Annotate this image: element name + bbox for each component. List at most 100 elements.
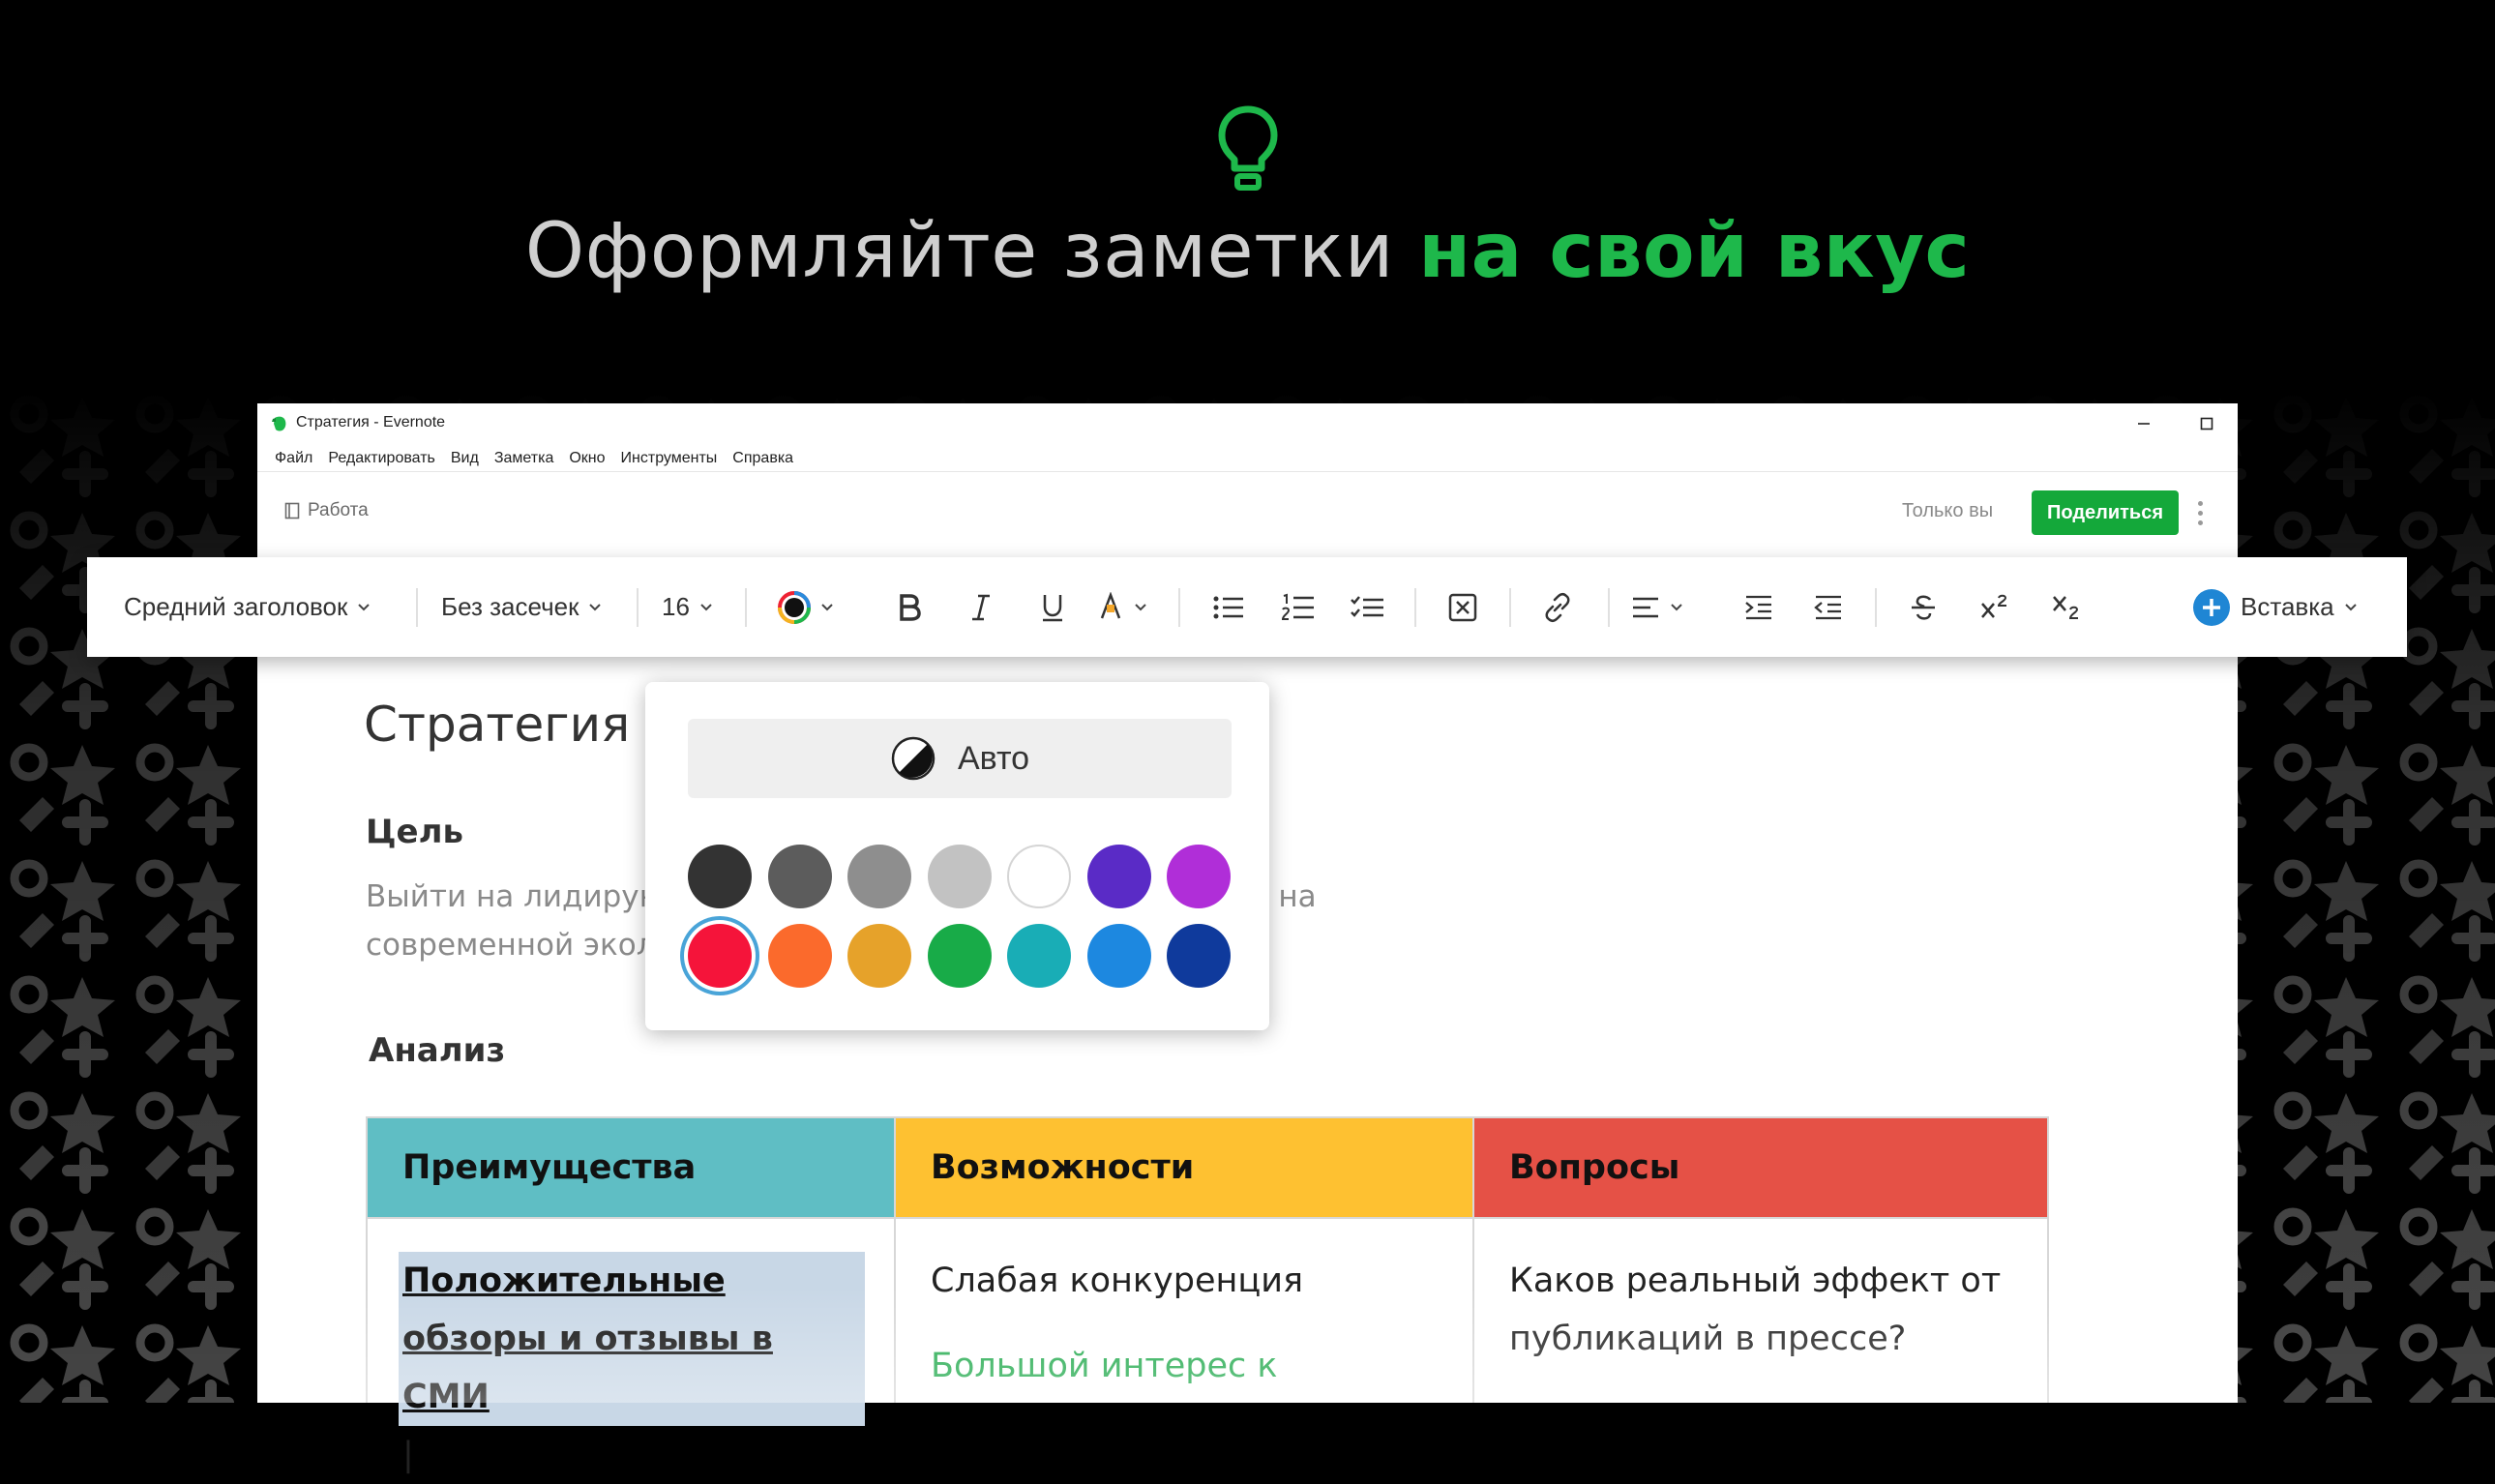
table-header-advantages[interactable]: Преимущества	[368, 1118, 896, 1219]
chevron-down-icon	[821, 603, 833, 610]
color-swatch[interactable]	[688, 845, 752, 908]
outdent-button[interactable]	[1799, 557, 1857, 657]
align-dropdown[interactable]	[1631, 557, 1683, 657]
color-swatch[interactable]	[927, 845, 992, 908]
underline-icon	[1043, 594, 1062, 621]
color-swatch[interactable]	[1167, 924, 1231, 988]
menu-window[interactable]: Окно	[561, 446, 612, 471]
insert-dropdown[interactable]: Вставка	[2192, 557, 2358, 657]
menu-view[interactable]: Вид	[443, 446, 487, 471]
outdent-icon	[1814, 595, 1841, 619]
italic-button[interactable]	[954, 557, 1008, 657]
remove-format-button[interactable]	[1434, 557, 1492, 657]
share-button[interactable]: Поделиться	[2032, 490, 2179, 535]
font-size-label: 16	[662, 592, 690, 621]
more-options-icon[interactable]	[2190, 496, 2210, 529]
chevron-down-icon	[358, 603, 371, 610]
table-cell[interactable]: Слабая конкуренция Большой интерес к	[896, 1219, 1474, 1403]
menu-note[interactable]: Заметка	[487, 446, 562, 471]
visibility-label: Только вы	[1902, 500, 1994, 521]
color-swatch[interactable]	[767, 845, 832, 908]
color-swatch[interactable]	[767, 924, 832, 988]
hero-title: Оформляйте заметки на свой вкус	[524, 208, 1971, 295]
menu-divider	[257, 471, 2238, 472]
bold-button[interactable]	[882, 557, 936, 657]
notebook-breadcrumb[interactable]: Работа	[284, 500, 369, 521]
subscript-button[interactable]	[2037, 557, 2095, 657]
minimize-icon[interactable]	[2121, 408, 2167, 439]
menu-file[interactable]: Файл	[267, 446, 320, 471]
note-title[interactable]: Стратегия	[364, 697, 630, 753]
notebook-name: Работа	[308, 500, 369, 520]
color-swatch[interactable]	[1167, 845, 1231, 908]
color-swatch[interactable]	[1086, 845, 1151, 908]
formatting-toolbar: Средний заголовок Без засечек 16 Вставка	[87, 557, 2407, 657]
plus-circle-icon	[2193, 588, 2230, 626]
selected-text[interactable]: Положительные обзоры и отзывы в СМИ	[399, 1252, 865, 1426]
toolbar-divider	[637, 588, 639, 627]
menu-help[interactable]: Справка	[725, 446, 801, 471]
chevron-down-icon	[589, 603, 602, 610]
cell-green-text: Большой интерес к	[931, 1347, 1278, 1385]
title-bar: Стратегия - Evernote	[257, 403, 2238, 444]
lightbulb-icon	[1218, 105, 1278, 191]
analysis-heading[interactable]: Анализ	[369, 1031, 505, 1070]
table-cell[interactable]: Каков реальный эффект от публикаций в пр…	[1474, 1219, 2047, 1403]
auto-color-label: Авто	[957, 739, 1030, 777]
link-icon	[1545, 592, 1570, 622]
color-swatch[interactable]	[1086, 924, 1151, 988]
color-swatch[interactable]	[847, 845, 911, 908]
checklist-button[interactable]	[1339, 557, 1397, 657]
highlight-button[interactable]	[1097, 557, 1147, 657]
auto-color-button[interactable]: Авто	[688, 719, 1232, 798]
table-header-opportunities[interactable]: Возможности	[896, 1118, 1474, 1219]
color-swatch[interactable]	[1007, 924, 1071, 988]
font-family-dropdown[interactable]: Без засечек	[441, 557, 602, 657]
table-header-questions[interactable]: Вопросы	[1474, 1118, 2047, 1219]
text-color-button[interactable]	[778, 557, 834, 657]
paragraph-style-dropdown[interactable]: Средний заголовок	[124, 557, 371, 657]
italic-icon	[972, 594, 990, 620]
strikethrough-icon	[1912, 595, 1935, 620]
bullet-list-button[interactable]	[1200, 557, 1258, 657]
chevron-down-icon	[1671, 603, 1682, 610]
toolbar-divider	[1414, 588, 1416, 627]
menu-tools[interactable]: Инструменты	[613, 446, 726, 471]
toolbar-divider	[1608, 588, 1610, 627]
menu-edit[interactable]: Редактировать	[320, 446, 443, 471]
align-icon	[1633, 597, 1658, 617]
goal-heading[interactable]: Цель	[366, 813, 463, 851]
color-swatch[interactable]	[847, 924, 911, 988]
color-swatch[interactable]	[688, 924, 752, 988]
window-title: Стратегия - Evernote	[296, 414, 446, 430]
color-picker-popup: Авто	[645, 682, 1269, 1030]
auto-color-icon	[891, 736, 936, 781]
underline-button[interactable]	[1025, 557, 1080, 657]
toolbar-divider	[1875, 588, 1877, 627]
remove-format-icon	[1448, 593, 1477, 621]
toolbar-divider	[1509, 588, 1511, 627]
insert-label: Вставка	[2241, 592, 2334, 621]
chevron-down-icon	[2344, 603, 2357, 610]
maximize-icon[interactable]	[2183, 408, 2230, 439]
notebook-icon	[284, 502, 300, 519]
toolbar-divider	[416, 588, 418, 627]
strikethrough-button[interactable]	[1894, 557, 1952, 657]
indent-icon	[1745, 595, 1771, 619]
chevron-down-icon	[1135, 603, 1146, 610]
table-cell[interactable]: Положительные обзоры и отзывы в СМИ |	[368, 1219, 896, 1474]
indent-button[interactable]	[1730, 557, 1788, 657]
superscript-button[interactable]	[1966, 557, 2024, 657]
color-swatch[interactable]	[927, 924, 992, 988]
font-family-label: Без засечек	[441, 592, 579, 621]
checklist-icon	[1351, 595, 1383, 617]
font-size-dropdown[interactable]: 16	[662, 557, 713, 657]
menu-bar: Файл Редактировать Вид Заметка Окно Инст…	[267, 446, 801, 471]
bullet-list-icon	[1213, 596, 1243, 618]
link-button[interactable]	[1529, 557, 1587, 657]
numbered-list-button[interactable]	[1269, 557, 1327, 657]
superscript-icon	[1981, 594, 2007, 618]
numbered-list-icon	[1281, 593, 1314, 620]
color-swatch[interactable]	[1007, 845, 1071, 908]
highlight-icon	[1100, 591, 1121, 618]
